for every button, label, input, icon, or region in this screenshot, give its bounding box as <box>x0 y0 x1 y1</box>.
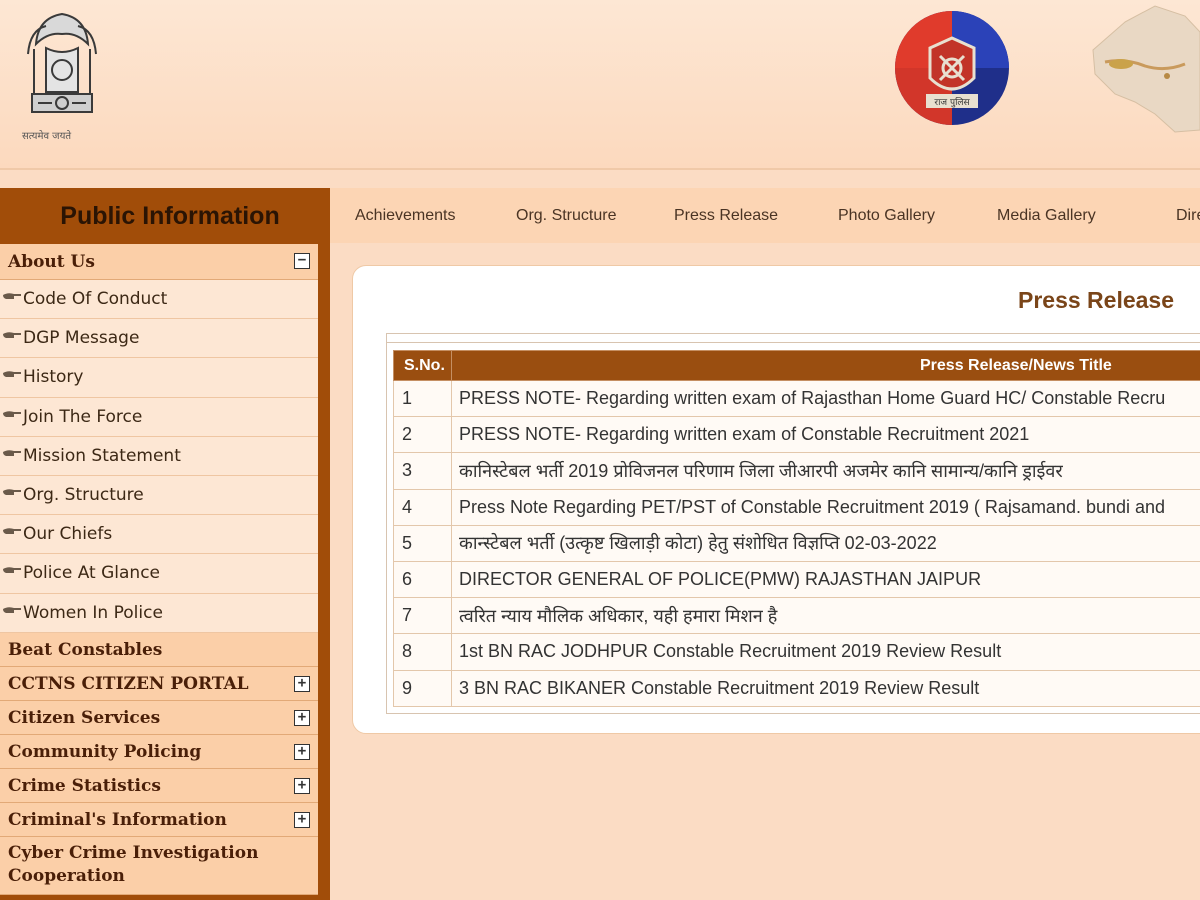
nav-media-gallery[interactable]: Media Gallery <box>997 188 1096 243</box>
menu-section-label: Community Policing <box>8 741 202 762</box>
sidebar-item-our-chiefs[interactable]: Our Chiefs <box>0 515 318 555</box>
menu-section-label: Citizen Services <box>8 707 161 728</box>
nav-org-structure[interactable]: Org. Structure <box>516 188 616 243</box>
menu-section-citizen-services[interactable]: Citizen Services + <box>0 700 318 735</box>
table-row[interactable]: 93 BN RAC BIKANER Constable Recruitment … <box>393 669 1200 707</box>
sidebar-title: Public Information <box>60 202 280 230</box>
row-title-link[interactable]: DIRECTOR GENERAL OF POLICE(PMW) RAJASTHA… <box>451 560 1200 599</box>
pointing-hand-icon <box>3 528 21 535</box>
column-header-title: Press Release/News Title <box>451 350 1200 381</box>
sidebar-item-women-in-police[interactable]: Women In Police <box>0 593 318 633</box>
sidebar-item-label: Mission Statement <box>23 445 181 466</box>
sidebar-item-label: Our Chiefs <box>23 524 113 545</box>
rajasthan-police-logo: राज पुलिस <box>895 11 1009 125</box>
table-row[interactable]: 5 कान्स्टेबल भर्ती (उत्कृष्ट खिलाड़ी कोटा… <box>393 524 1200 562</box>
sidebar-item-police-at-glance[interactable]: Police At Glance <box>0 554 318 594</box>
left-sidebar: Public Information About Us − Code Of Co… <box>0 188 330 900</box>
table-row[interactable]: 8 1st BN RAC JODHPUR Constable Recruitmen… <box>393 633 1200 671</box>
menu-section-cyber-crime[interactable]: Cyber Crime Investigation Cooperation <box>0 836 318 895</box>
table-row[interactable]: 3 कानिस्टेबल भर्ती 2019 प्रोविजनल परिणाम … <box>393 452 1200 490</box>
table-row[interactable]: 7 त्वरित न्याय मौलिक अधिकार, यही हमारा मि… <box>393 597 1200 635</box>
row-title-link[interactable]: 3 BN RAC BIKANER Constable Recruitment 2… <box>451 669 1200 707</box>
menu-section-label: Criminal's Information <box>8 809 227 830</box>
expand-icon[interactable]: + <box>294 709 310 726</box>
menu-section-community-policing[interactable]: Community Policing + <box>0 734 318 769</box>
table-row[interactable]: 4 Press Note Regarding PET/PST of Constab… <box>393 488 1200 526</box>
row-title-link[interactable]: Press Note Regarding PET/PST of Constabl… <box>451 488 1200 526</box>
sidebar-item-label: Org. Structure <box>23 484 144 505</box>
menu-section-criminals-information[interactable]: Criminal's Information + <box>0 802 318 837</box>
menu-section-label: Crime Statistics <box>8 775 161 796</box>
nav-achievements[interactable]: Achievements <box>355 188 456 243</box>
collapse-icon[interactable]: − <box>294 253 310 269</box>
column-header-sno: S.No. <box>393 350 452 381</box>
site-header: सत्यमेव जयते राज पुलिस <box>0 0 1200 170</box>
pointing-hand-icon <box>3 293 21 299</box>
row-title-link[interactable]: PRESS NOTE- Regarding written exam of Ra… <box>451 379 1200 418</box>
row-sno: 1 <box>393 379 452 418</box>
row-sno: 2 <box>393 416 452 454</box>
press-release-table: S.No. Press Release/News Title 1 PRESS NO… <box>393 350 1200 707</box>
sidebar-menu: About Us − Code Of Conduct DGP Message H… <box>0 244 318 895</box>
sidebar-item-code-of-conduct[interactable]: Code Of Conduct <box>0 280 318 320</box>
top-navigation: Achievements Org. Structure Press Releas… <box>330 188 1200 243</box>
pointing-hand-icon <box>3 567 21 574</box>
page-title: Press Release <box>1018 287 1175 313</box>
sidebar-item-dgp-message[interactable]: DGP Message <box>0 319 318 359</box>
expand-icon[interactable]: + <box>294 777 310 794</box>
pointing-hand-icon <box>3 410 21 417</box>
sidebar-item-label: History <box>23 367 84 388</box>
expand-icon[interactable]: + <box>294 675 310 692</box>
sidebar-item-history[interactable]: History <box>0 358 318 398</box>
nav-press-release[interactable]: Press Release <box>674 188 778 243</box>
menu-section-beat-constables[interactable]: Beat Constables <box>0 632 318 667</box>
menu-section-cctns-citizen-portal[interactable]: CCTNS CITIZEN PORTAL + <box>0 666 318 701</box>
expand-icon[interactable]: + <box>294 743 310 760</box>
row-title-link[interactable]: PRESS NOTE- Regarding written exam of Co… <box>451 416 1200 454</box>
sidebar-item-label: Women In Police <box>23 602 163 623</box>
pointing-hand-icon <box>3 371 21 378</box>
row-sno: 9 <box>393 669 452 707</box>
row-sno: 4 <box>393 488 452 526</box>
menu-section-label: CCTNS CITIZEN PORTAL <box>8 673 249 694</box>
row-sno: 3 <box>393 452 452 490</box>
sidebar-item-label: DGP Message <box>23 328 140 349</box>
sidebar-item-label: Police At Glance <box>23 563 160 584</box>
table-header-row: S.No. Press Release/News Title <box>393 350 1200 381</box>
table-row[interactable]: 6 DIRECTOR GENERAL OF POLICE(PMW) RAJASTH… <box>393 560 1200 599</box>
sidebar-item-label: Join The Force <box>23 406 143 427</box>
menu-section-about-us[interactable]: About Us − <box>0 244 318 280</box>
sidebar-item-label: Code Of Conduct <box>23 289 168 309</box>
menu-section-label: About Us <box>8 252 95 272</box>
police-logo-text: राज पुलिस <box>934 96 970 108</box>
row-sno: 6 <box>393 560 452 599</box>
row-sno: 5 <box>393 524 452 562</box>
row-title-link[interactable]: कान्स्टेबल भर्ती (उत्कृष्ट खिलाड़ी कोटा)… <box>451 524 1200 562</box>
row-sno: 7 <box>393 597 452 635</box>
sidebar-item-mission-statement[interactable]: Mission Statement <box>0 436 318 476</box>
row-title-link[interactable]: कानिस्टेबल भर्ती 2019 प्रोविजनल परिणाम ज… <box>451 452 1200 490</box>
menu-section-label: Cyber Crime Investigation Cooperation <box>8 842 259 886</box>
table-row[interactable]: 1 PRESS NOTE- Regarding written exam of R… <box>393 379 1200 418</box>
pointing-hand-icon <box>3 449 21 456</box>
sidebar-item-org-structure[interactable]: Org. Structure <box>0 475 318 516</box>
menu-section-label: Beat Constables <box>8 639 163 660</box>
row-sno: 8 <box>393 633 452 671</box>
rajasthan-map-art <box>1092 5 1200 133</box>
row-title-link[interactable]: त्वरित न्याय मौलिक अधिकार, यही हमारा मिश… <box>451 597 1200 635</box>
sidebar-item-join-the-force[interactable]: Join The Force <box>0 397 318 437</box>
pointing-hand-icon <box>3 489 21 495</box>
emblem-caption: सत्यमेव जयते <box>22 131 72 142</box>
nav-photo-gallery[interactable]: Photo Gallery <box>838 188 935 243</box>
nav-directory[interactable]: Dire <box>1176 188 1200 243</box>
expand-icon[interactable]: + <box>294 811 310 828</box>
menu-section-crime-statistics[interactable]: Crime Statistics + <box>0 768 318 803</box>
pointing-hand-icon <box>3 332 21 339</box>
row-title-link[interactable]: 1st BN RAC JODHPUR Constable Recruitment… <box>451 633 1200 671</box>
pointing-hand-icon <box>3 606 21 613</box>
table-row[interactable]: 2 PRESS NOTE- Regarding written exam of C… <box>393 416 1200 454</box>
